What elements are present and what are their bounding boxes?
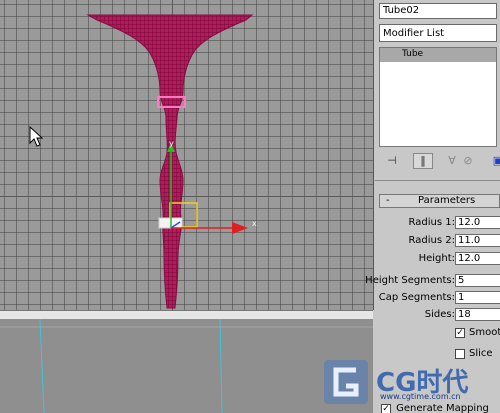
bottom-viewport[interactable] [0,319,373,413]
radius1-spinner[interactable]: 12.0 [455,216,500,229]
height-segments-spinner[interactable]: 5 [455,274,500,287]
smooth-checkbox[interactable]: ✓ [455,328,465,338]
stack-toolbar: ⊣ ‖ ∀ ⊘ ▣ [379,153,500,171]
height-label: Height: [418,253,455,264]
show-end-result-icon[interactable]: ‖ [413,153,433,169]
y-axis-label: y [169,139,174,148]
slice-on-checkbox[interactable] [455,349,465,359]
height-segments-label: Height Segments: [365,275,455,286]
object-name-field[interactable]: Tube02 [379,3,497,19]
generate-mapping-checkbox[interactable]: ✓ [381,403,391,413]
modifier-stack-list[interactable]: Tube [379,47,497,147]
bottom-viewport-lines [0,319,373,413]
generate-mapping-label: Generate Mapping [396,403,489,413]
pin-stack-icon[interactable]: ⊣ [383,153,401,169]
radius2-label: Radius 2: [408,235,455,246]
cap-segments-spinner[interactable]: 1 [455,291,500,304]
cap-segments-label: Cap Segments: [378,292,455,303]
slice-on-label: Slice [469,348,493,359]
mouse-cursor-icon [29,125,44,147]
rollout-collapse-icon: - [386,195,390,206]
x-axis-arrow-icon [232,222,248,234]
vase-wireframe-mesh [86,14,254,309]
perspective-viewport[interactable]: y x [0,0,374,310]
x-axis-label: x [252,219,257,228]
generate-mapping-row: ✓ Generate Mapping [381,398,500,413]
radius1-label: Radius 1: [408,217,455,228]
sides-spinner[interactable]: 18 [455,308,500,321]
height-spinner[interactable]: 12.0 [455,252,500,265]
sides-label: Sides: [424,309,455,320]
smooth-label: Smooth [469,327,500,338]
remove-modifier-icon[interactable]: ⊘ [459,153,477,169]
modifier-list-dropdown[interactable]: Modifier List [379,24,497,42]
vase-mesh-svg: y x [29,14,257,309]
configure-sets-icon[interactable]: ▣ [489,153,500,169]
parameters-rollout-header[interactable]: - Parameters [379,194,500,208]
radius2-spinner[interactable]: 11.0 [455,234,500,247]
modifier-stack-item[interactable]: Tube [380,48,496,62]
command-panel: Tube02 Modifier List Tube ⊣ ‖ ∀ ⊘ ▣ - Pa… [365,0,500,413]
panel-separator [375,180,500,181]
rollout-title: Parameters [418,195,476,206]
